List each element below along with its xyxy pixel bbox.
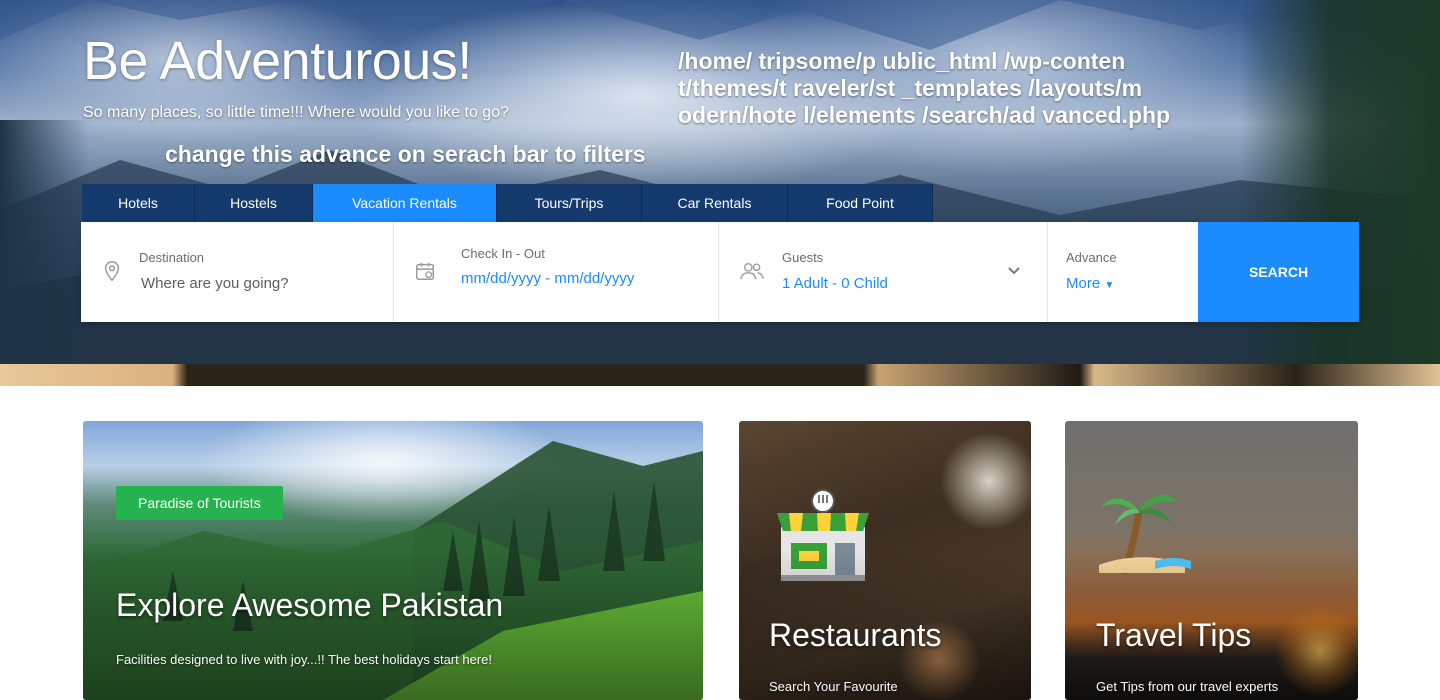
card-description: Search Your Favourite [769,679,898,694]
hero-bottom-strip [0,364,1440,386]
tab-car-rentals[interactable]: Car Rentals [642,184,788,222]
card-title: Travel Tips [1096,617,1252,653]
path-line: t/themes/t raveler/st _templates /layout… [678,75,1143,101]
card-description: Facilities designed to live with joy...!… [116,652,492,667]
destination-input[interactable]: Where are you going? [141,275,289,292]
tab-food-point[interactable]: Food Point [788,184,933,222]
users-icon [740,262,764,280]
path-line: odern/hote l/elements /search/ad vanced.… [678,102,1171,128]
paradise-badge: Paradise of Tourists [116,486,283,520]
caret-down-icon: ▼ [1104,280,1115,291]
tab-hotels[interactable]: Hotels [82,184,195,222]
advance-field[interactable]: Advance More ▼ [1048,222,1198,322]
map-pin-icon [104,261,120,282]
tab-tours-trips[interactable]: Tours/Trips [497,184,642,222]
chevron-down-icon[interactable] [1007,264,1021,278]
tab-hostels[interactable]: Hostels [195,184,313,222]
card-title: Explore Awesome Pakistan [116,587,504,623]
dates-label: Check In - Out [461,246,545,261]
calendar-icon [416,262,434,280]
guests-field[interactable]: Guests 1 Adult - 0 Child [719,222,1048,322]
hero-subtitle: So many places, so little time!!! Where … [83,104,509,121]
advance-label: Advance [1066,250,1117,265]
dates-field[interactable]: Check In - Out mm/dd/yyyy - mm/dd/yyyy [394,222,719,322]
destination-label: Destination [139,250,205,265]
card-description: Get Tips from our travel experts [1096,679,1279,694]
forest-right [1240,0,1440,386]
guests-value: 1 Adult - 0 Child [782,275,888,292]
card-explore-pakistan[interactable]: Paradise of Tourists Explore Awesome Pak… [83,421,703,700]
card-title: Restaurants [769,617,942,653]
card-restaurants[interactable]: Restaurants Search Your Favourite [739,421,1031,700]
tab-vacation-rentals[interactable]: Vacation Rentals [313,184,497,222]
search-form: Destination Where are you going? Check I… [81,222,1359,322]
forest-left [0,120,90,386]
card-shade [83,550,703,700]
path-line: /home/ tripsome/p ublic_html /wp-conten [678,48,1126,74]
hero-title: Be Adventurous! [83,31,472,91]
template-path-text: /home/ tripsome/p ublic_html /wp-conten … [678,48,1258,129]
search-button[interactable]: SEARCH [1198,222,1359,322]
dates-input[interactable]: mm/dd/yyyy - mm/dd/yyyy [461,270,634,287]
advance-more-label: More [1066,275,1101,292]
card-travel-tips[interactable]: Travel Tips Get Tips from our travel exp… [1065,421,1358,700]
hero-note: change this advance on serach bar to fil… [165,141,646,167]
destination-field[interactable]: Destination Where are you going? [81,222,394,322]
advance-more-link[interactable]: More ▼ [1066,275,1114,292]
search-tabs: Hotels Hostels Vacation Rentals Tours/Tr… [82,184,933,222]
guests-label: Guests [782,250,824,265]
